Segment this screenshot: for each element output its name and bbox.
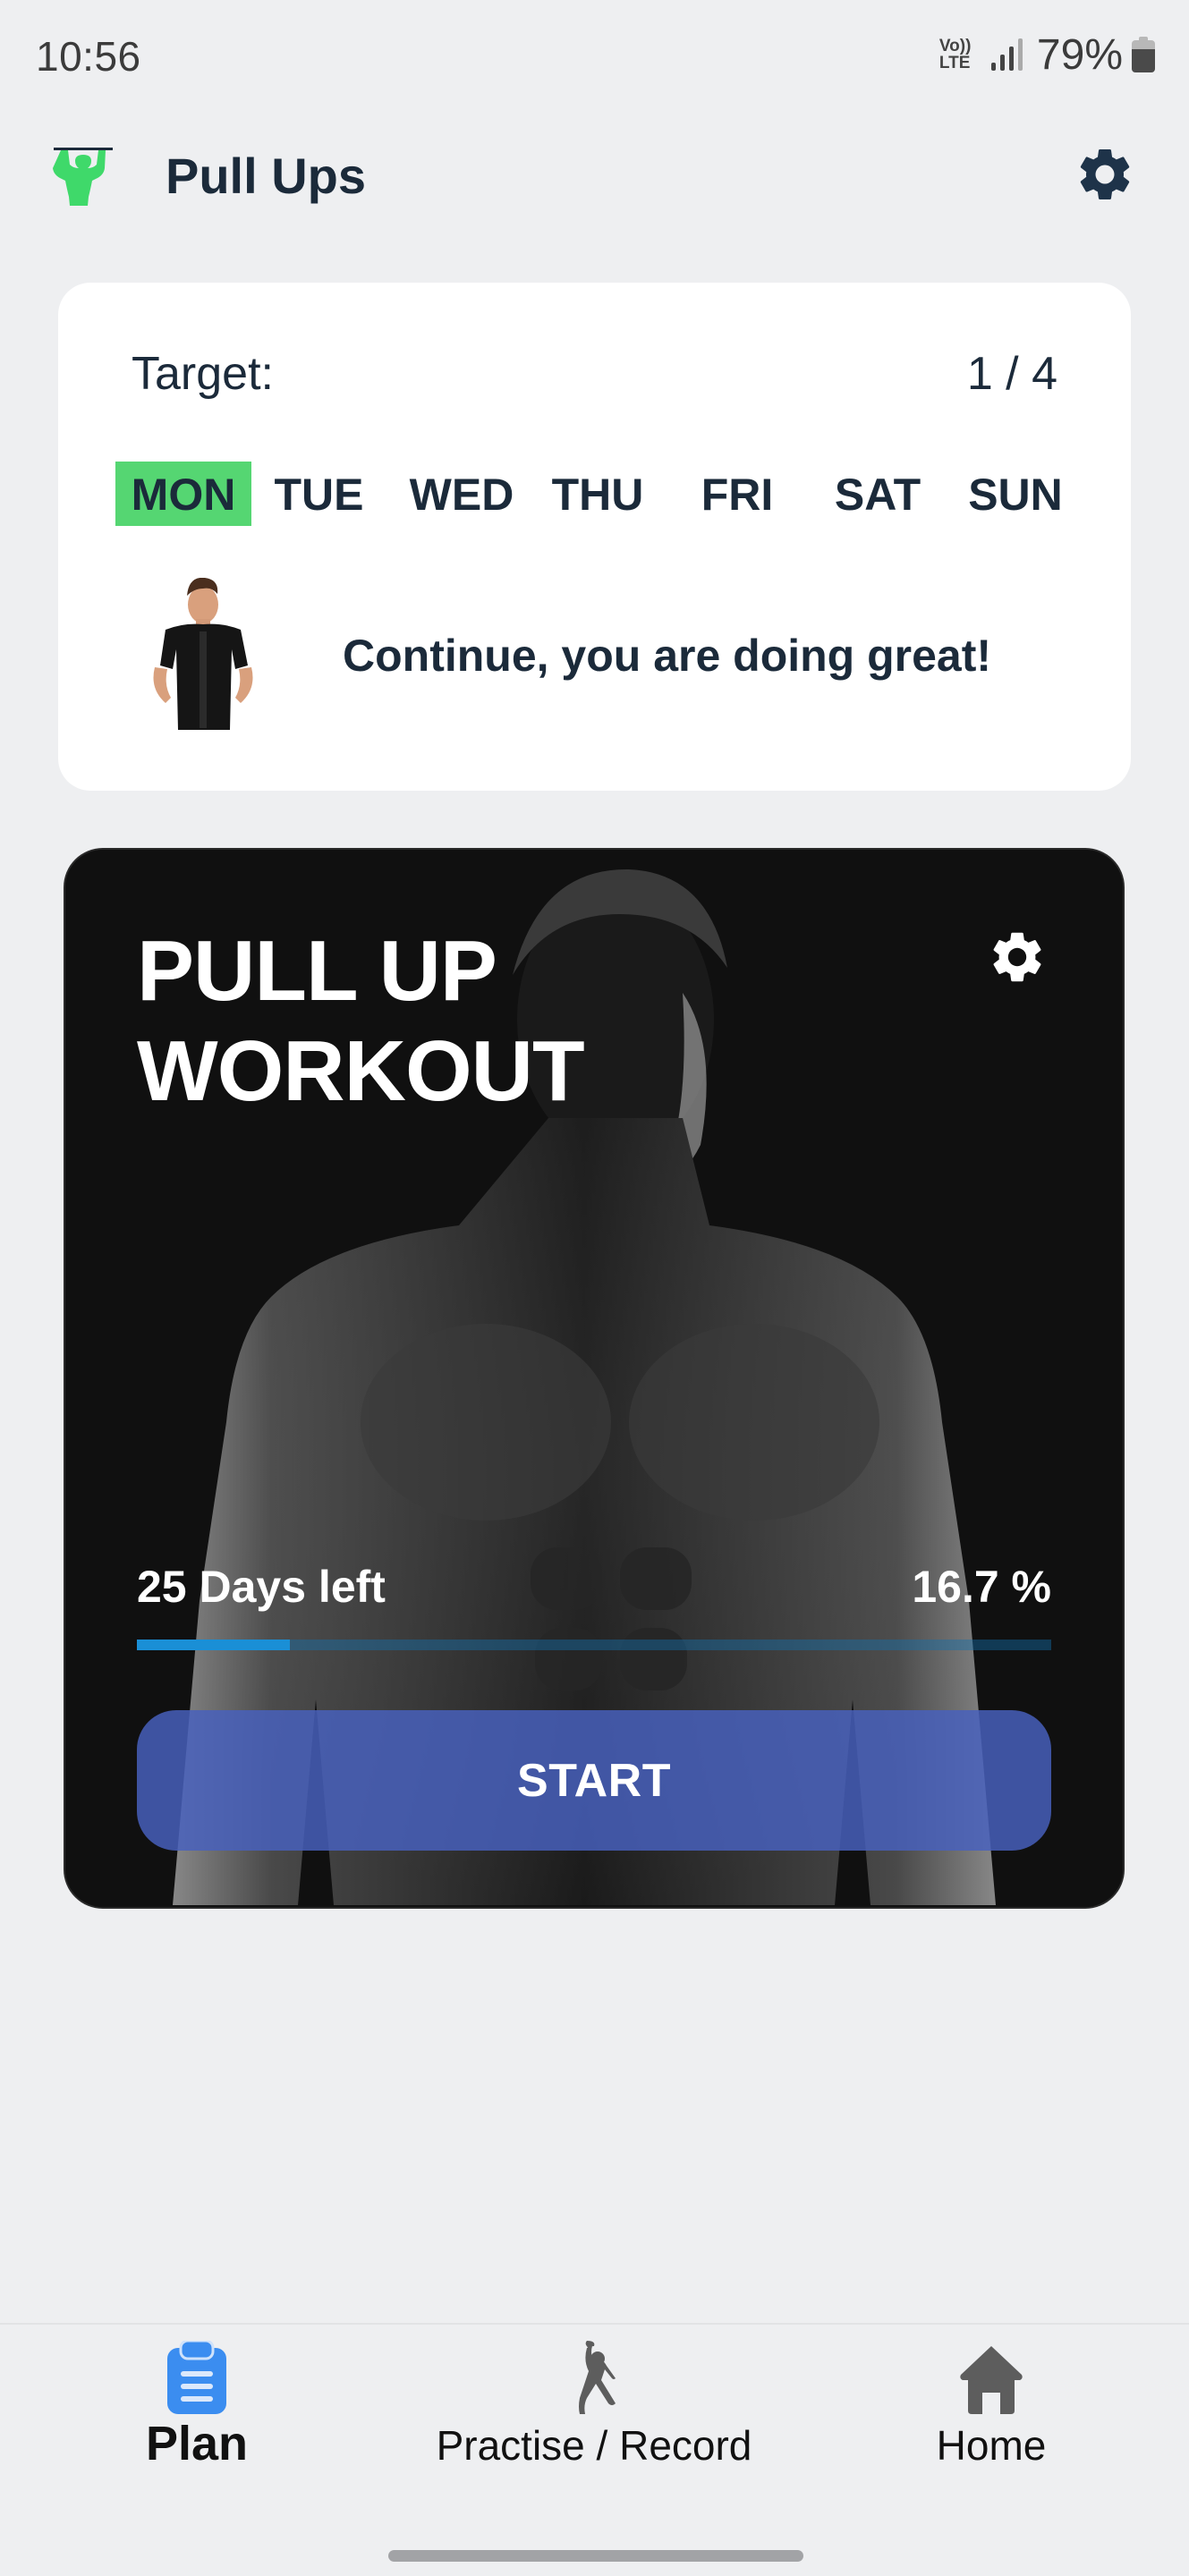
target-label: Target: bbox=[132, 348, 274, 400]
nav-item-home[interactable]: Home bbox=[920, 2341, 1063, 2502]
pull-up-figure-icon bbox=[53, 148, 113, 206]
nav-item-plan[interactable]: Plan bbox=[125, 2341, 268, 2502]
nav-label-plan: Plan bbox=[145, 2417, 249, 2470]
progress-fill bbox=[137, 1640, 290, 1650]
home-icon bbox=[960, 2346, 1023, 2414]
gear-icon[interactable] bbox=[1074, 143, 1136, 206]
bottom-nav: Plan Practise / Record Home bbox=[0, 2323, 1189, 2576]
progress-bar bbox=[137, 1640, 1051, 1650]
day-thu[interactable]: THU bbox=[531, 462, 665, 526]
status-bar: 10:56 Vo)) LTE 79% bbox=[0, 0, 1189, 107]
app-title: Pull Ups bbox=[166, 148, 367, 204]
target-value: 1 / 4 bbox=[966, 348, 1057, 400]
app-header: Pull Ups bbox=[0, 125, 1189, 224]
weekday-selector: MON TUE WED THU FRI SAT SUN bbox=[115, 462, 1100, 526]
battery-icon bbox=[1132, 37, 1155, 72]
day-mon[interactable]: MON bbox=[115, 462, 251, 526]
trainer-avatar bbox=[153, 578, 253, 730]
status-time: 10:56 bbox=[36, 33, 141, 80]
day-tue[interactable]: TUE bbox=[254, 462, 384, 526]
status-icons: Vo)) LTE 79% bbox=[939, 30, 1155, 79]
progress-percent: 16.7 % bbox=[912, 1562, 1051, 1612]
encouragement-message: Continue, you are doing great! bbox=[343, 631, 992, 681]
stretching-figure-icon bbox=[579, 2341, 616, 2414]
target-card: Target: 1 / 4 MON TUE WED THU FRI SAT SU… bbox=[58, 283, 1131, 791]
nav-label-home: Home bbox=[936, 2422, 1047, 2469]
clipboard-icon bbox=[167, 2341, 226, 2414]
nav-item-practise-record[interactable]: Practise / Record bbox=[415, 2341, 773, 2502]
workout-title: PULL UP WORKOUT bbox=[137, 923, 585, 1119]
days-left-label: 25 Days left bbox=[137, 1562, 386, 1612]
day-sat[interactable]: SAT bbox=[806, 462, 949, 526]
workout-card[interactable]: PULL UP WORKOUT 25 Days left 16.7 % STAR… bbox=[65, 850, 1123, 1907]
home-indicator[interactable] bbox=[388, 2550, 803, 2562]
volte-icon: Vo)) LTE bbox=[938, 37, 972, 72]
battery-percent: 79% bbox=[1036, 30, 1123, 79]
nav-label-practise-record: Practise / Record bbox=[436, 2422, 752, 2469]
day-wed[interactable]: WED bbox=[386, 462, 538, 526]
start-button[interactable]: START bbox=[137, 1710, 1051, 1851]
gear-icon[interactable] bbox=[987, 927, 1048, 987]
signal-icon bbox=[990, 38, 1023, 71]
day-sun[interactable]: SUN bbox=[944, 462, 1087, 526]
day-fri[interactable]: FRI bbox=[670, 462, 804, 526]
